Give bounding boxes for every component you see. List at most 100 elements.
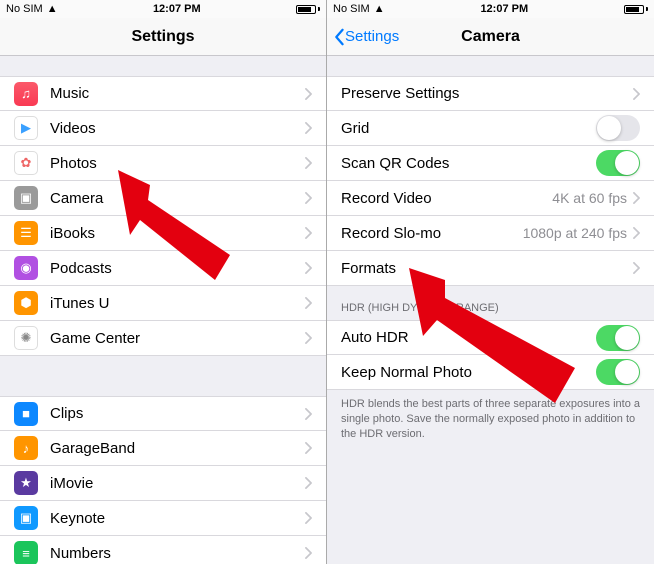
- chevron-right-icon: [305, 547, 312, 559]
- row-music[interactable]: ♫ Music: [0, 76, 326, 111]
- row-label: Clips: [50, 405, 305, 422]
- chevron-right-icon: [305, 227, 312, 239]
- row-auto-hdr[interactable]: Auto HDR: [327, 320, 654, 355]
- clips-icon: ■: [14, 402, 38, 426]
- photos-icon: ✿: [14, 151, 38, 175]
- navbar: Settings Camera: [327, 18, 654, 56]
- settings-panel: No SIM ▲ 12:07 PM Settings ♫ Music ▶ Vide…: [0, 0, 327, 564]
- row-itunesu[interactable]: ⬢ iTunes U: [0, 286, 326, 321]
- row-label: Auto HDR: [341, 329, 596, 346]
- row-label: Keynote: [50, 510, 305, 527]
- garageband-icon: ♪: [14, 436, 38, 460]
- chevron-right-icon: [305, 297, 312, 309]
- row-label: Videos: [50, 120, 305, 137]
- row-garageband[interactable]: ♪ GarageBand: [0, 431, 326, 466]
- status-bar: No SIM ▲ 12:07 PM: [327, 0, 654, 18]
- row-label: Podcasts: [50, 260, 305, 277]
- row-detail: 1080p at 240 fps: [523, 225, 627, 241]
- row-label: iMovie: [50, 475, 305, 492]
- row-formats[interactable]: Formats: [327, 251, 654, 286]
- row-photos[interactable]: ✿ Photos: [0, 146, 326, 181]
- row-label: GarageBand: [50, 440, 305, 457]
- row-label: Scan QR Codes: [341, 155, 596, 172]
- chevron-right-icon: [305, 512, 312, 524]
- keep-normal-switch[interactable]: [596, 359, 640, 385]
- row-detail: 4K at 60 fps: [552, 190, 627, 206]
- battery-icon: [624, 5, 648, 14]
- status-bar: No SIM ▲ 12:07 PM: [0, 0, 326, 18]
- settings-list-2: ■ Clips ♪ GarageBand ★ iMovie ▣ Keynote …: [0, 396, 326, 564]
- music-icon: ♫: [14, 82, 38, 106]
- row-keynote[interactable]: ▣ Keynote: [0, 501, 326, 536]
- chevron-right-icon: [305, 88, 312, 100]
- chevron-right-icon: [305, 332, 312, 344]
- back-label: Settings: [345, 28, 399, 45]
- chevron-right-icon: [305, 262, 312, 274]
- row-label: Camera: [50, 190, 305, 207]
- row-grid[interactable]: Grid: [327, 111, 654, 146]
- camera-rows: Preserve Settings Grid Scan QR Codes Rec…: [327, 76, 654, 286]
- numbers-icon: ≡: [14, 541, 38, 564]
- row-imovie[interactable]: ★ iMovie: [0, 466, 326, 501]
- itunesu-icon: ⬢: [14, 291, 38, 315]
- gamecenter-icon: ✺: [14, 326, 38, 350]
- row-label: Formats: [341, 260, 633, 277]
- carrier: No SIM: [6, 3, 43, 15]
- chevron-right-icon: [305, 122, 312, 134]
- imovie-icon: ★: [14, 471, 38, 495]
- row-camera[interactable]: ▣ Camera: [0, 181, 326, 216]
- page-title: Camera: [461, 28, 520, 46]
- navbar: Settings: [0, 18, 326, 56]
- carrier: No SIM: [333, 3, 370, 15]
- ibooks-icon: ☰: [14, 221, 38, 245]
- auto-hdr-switch[interactable]: [596, 325, 640, 351]
- row-label: iBooks: [50, 225, 305, 242]
- chevron-right-icon: [633, 192, 640, 204]
- row-record-video[interactable]: Record Video4K at 60 fps: [327, 181, 654, 216]
- row-label: Music: [50, 85, 305, 102]
- chevron-right-icon: [305, 477, 312, 489]
- row-label: Numbers: [50, 545, 305, 562]
- row-label: Record Slo-mo: [341, 225, 523, 242]
- row-label: iTunes U: [50, 295, 305, 312]
- battery-icon: [296, 5, 320, 14]
- hdr-header: HDR (HIGH DYNAMIC RANGE): [327, 286, 654, 320]
- hdr-footer: HDR blends the best parts of three separ…: [327, 390, 654, 452]
- row-keep-normal[interactable]: Keep Normal Photo: [327, 355, 654, 390]
- keynote-icon: ▣: [14, 506, 38, 530]
- row-scan-qr[interactable]: Scan QR Codes: [327, 146, 654, 181]
- page-title: Settings: [131, 28, 194, 46]
- hdr-rows: Auto HDR Keep Normal Photo: [327, 320, 654, 390]
- row-gamecenter[interactable]: ✺ Game Center: [0, 321, 326, 356]
- scan-qr-switch[interactable]: [596, 150, 640, 176]
- row-label: Photos: [50, 155, 305, 172]
- clock: 12:07 PM: [480, 3, 528, 15]
- chevron-right-icon: [633, 262, 640, 274]
- chevron-right-icon: [305, 157, 312, 169]
- back-button[interactable]: Settings: [333, 28, 399, 46]
- chevron-right-icon: [305, 408, 312, 420]
- wifi-icon: ▲: [47, 3, 58, 15]
- camera-icon: ▣: [14, 186, 38, 210]
- chevron-right-icon: [305, 442, 312, 454]
- row-videos[interactable]: ▶ Videos: [0, 111, 326, 146]
- row-ibooks[interactable]: ☰ iBooks: [0, 216, 326, 251]
- wifi-icon: ▲: [374, 3, 385, 15]
- podcasts-icon: ◉: [14, 256, 38, 280]
- chevron-right-icon: [633, 227, 640, 239]
- videos-icon: ▶: [14, 116, 38, 140]
- chevron-right-icon: [305, 192, 312, 204]
- camera-panel: No SIM ▲ 12:07 PM Settings Camera Preserv…: [327, 0, 654, 564]
- row-clips[interactable]: ■ Clips: [0, 396, 326, 431]
- row-numbers[interactable]: ≡ Numbers: [0, 536, 326, 564]
- settings-list-1: ♫ Music ▶ Videos ✿ Photos ▣ Camera ☰ iBo…: [0, 76, 326, 356]
- row-label: Game Center: [50, 330, 305, 347]
- grid-switch[interactable]: [596, 115, 640, 141]
- row-label: Keep Normal Photo: [341, 364, 596, 381]
- chevron-right-icon: [633, 88, 640, 100]
- clock: 12:07 PM: [153, 3, 201, 15]
- row-preserve-settings[interactable]: Preserve Settings: [327, 76, 654, 111]
- row-label: Grid: [341, 120, 596, 137]
- row-podcasts[interactable]: ◉ Podcasts: [0, 251, 326, 286]
- row-record-slomo[interactable]: Record Slo-mo1080p at 240 fps: [327, 216, 654, 251]
